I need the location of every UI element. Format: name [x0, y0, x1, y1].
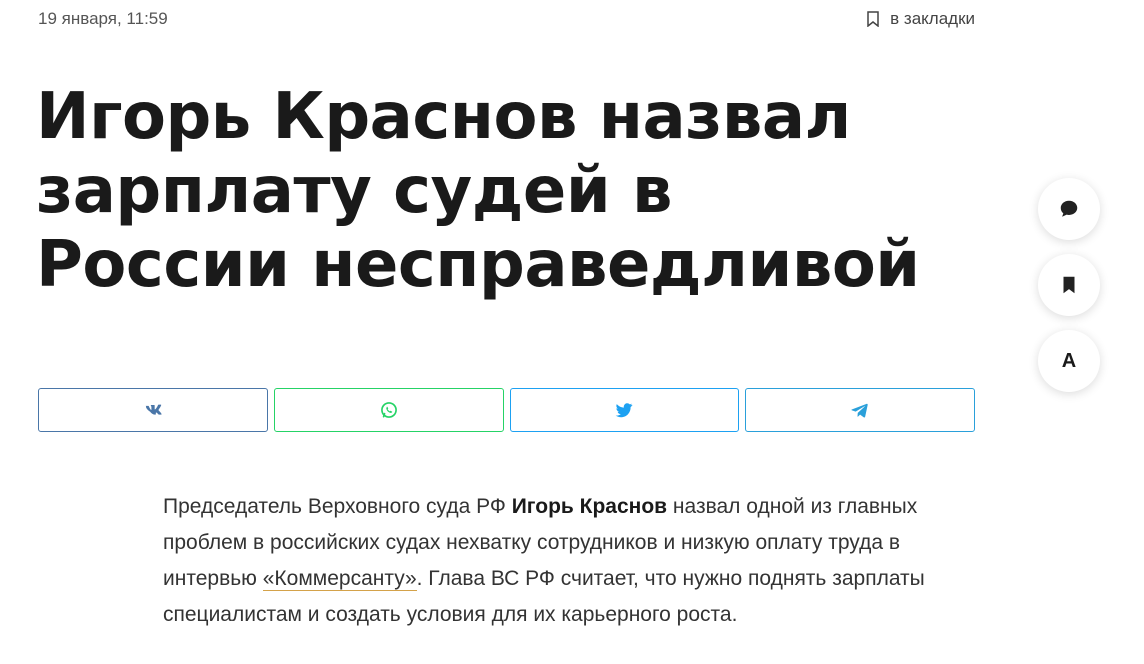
bookmark-label: в закладки	[890, 9, 975, 28]
side-tools: A	[1038, 178, 1100, 392]
share-whatsapp-button[interactable]	[273, 388, 504, 432]
lead-person-name: Игорь Краснов	[511, 495, 668, 518]
add-bookmark-link[interactable]: в закладки	[866, 9, 975, 29]
article-meta: 19 января, 11:59 в закладки	[38, 9, 975, 29]
publish-date: 19 января, 11:59	[38, 9, 168, 28]
article-page: 19 января, 11:59 в закладки Игорь Красно…	[0, 0, 1144, 664]
bookmark-icon	[867, 11, 879, 27]
vk-icon	[145, 404, 162, 415]
telegram-icon	[851, 403, 868, 418]
lead-text-1: Председатель Верховного суда РФ	[163, 495, 512, 518]
article-title: Игорь Краснов назвал зарплату судей в Ро…	[36, 80, 920, 302]
share-buttons	[38, 388, 975, 432]
comments-button[interactable]	[1038, 178, 1100, 240]
article-lead: Председатель Верховного суда РФ Игорь Кр…	[163, 489, 975, 633]
twitter-icon	[616, 403, 633, 418]
share-twitter-button[interactable]	[509, 388, 740, 432]
share-telegram-button[interactable]	[745, 388, 975, 432]
font-size-label: A	[1061, 349, 1077, 372]
comment-bubble-icon	[1060, 200, 1078, 217]
share-vk-button[interactable]	[38, 388, 268, 432]
whatsapp-icon	[380, 402, 397, 418]
bookmark-filled-icon	[1063, 276, 1075, 294]
bookmark-button[interactable]	[1038, 254, 1100, 316]
source-link[interactable]: «Коммерсанту»	[262, 567, 417, 591]
font-size-button[interactable]: A	[1038, 330, 1100, 392]
